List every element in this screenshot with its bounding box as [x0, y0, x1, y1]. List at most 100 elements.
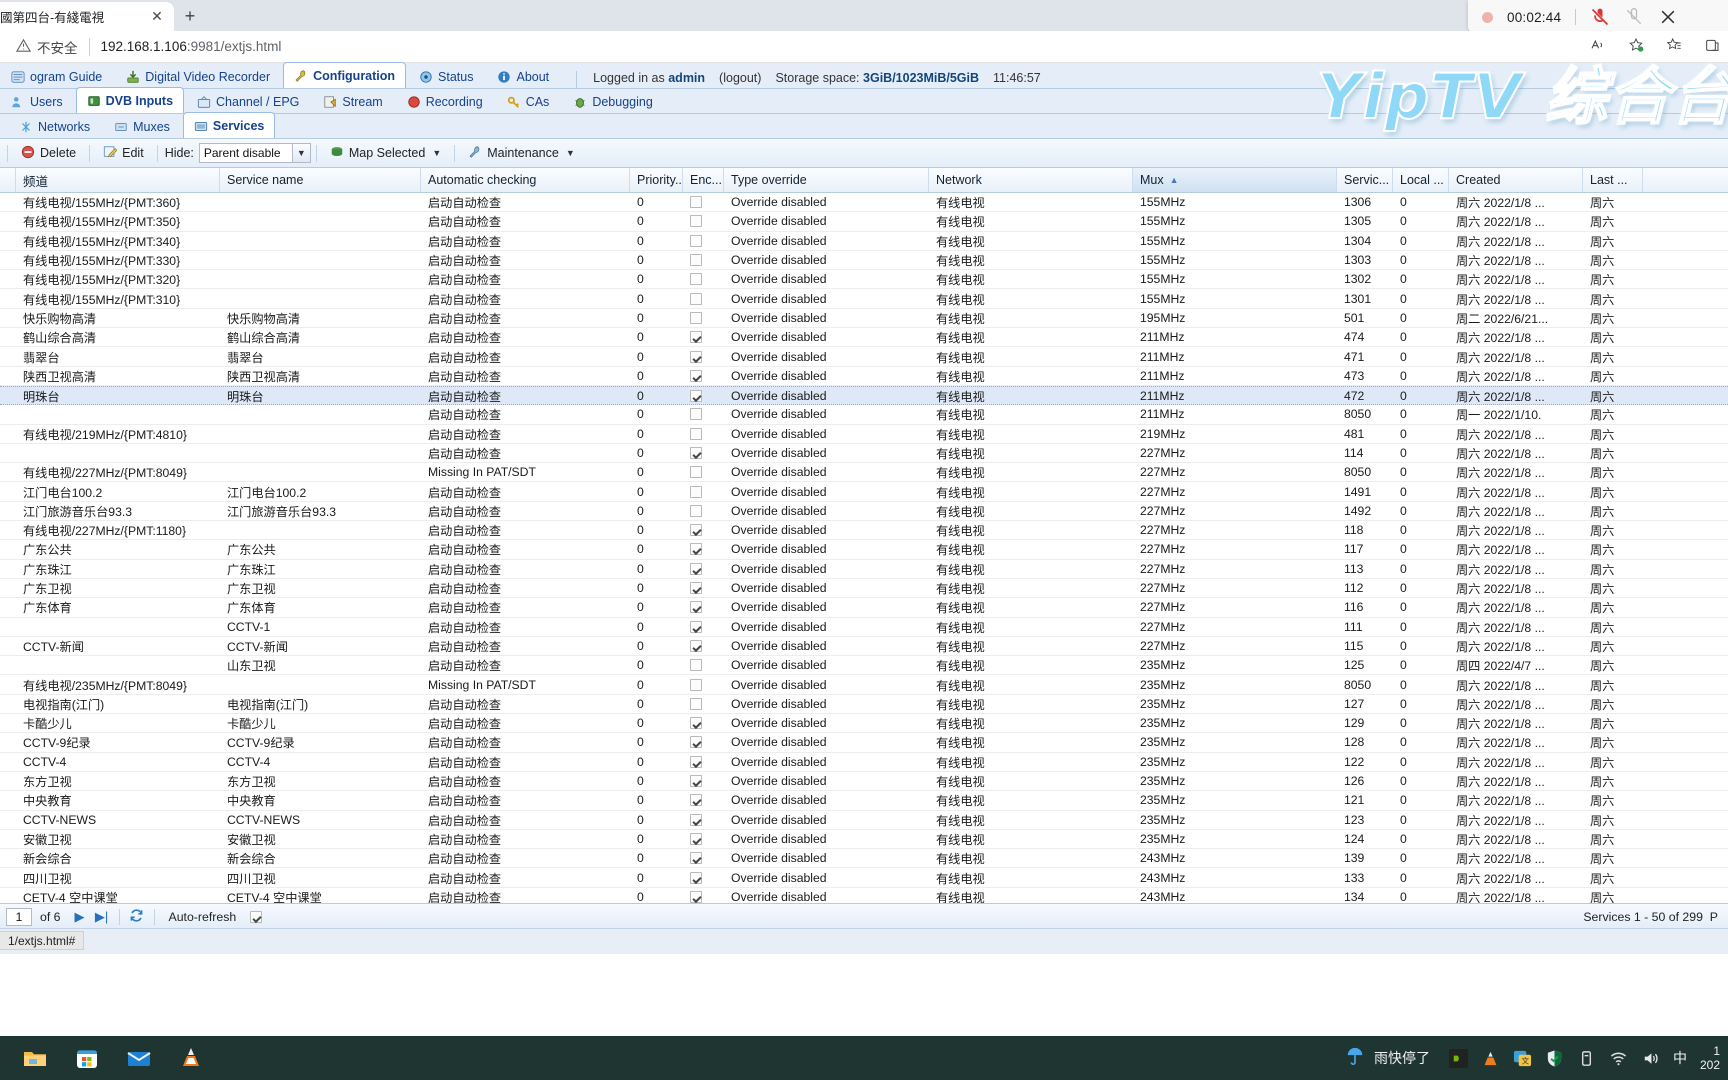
encrypted-checkbox[interactable]	[690, 254, 702, 267]
encrypted-checkbox[interactable]	[690, 408, 702, 421]
encrypted-checkbox[interactable]	[690, 562, 702, 575]
encrypted-checkbox[interactable]	[690, 717, 702, 730]
table-row[interactable]: CCTV-4 CCTV-4 启动自动检查 0 Override disabled 有线电视…	[0, 753, 1728, 772]
encrypted-checkbox[interactable]	[690, 890, 702, 903]
table-row[interactable]: 江门电台100.2 江门电台100.2 启动自动检查 0 Override disabl…	[0, 482, 1728, 502]
collections-icon[interactable]	[1704, 37, 1720, 57]
table-row[interactable]: 有线电视/235MHz/{PMT:8049} Missing In PAT/SDT…	[0, 675, 1728, 695]
tab-muxes[interactable]: Muxes	[103, 114, 181, 138]
browser-address-bar[interactable]: 不安全 192.168.1.106:9981/extjs.html	[0, 31, 1728, 63]
column-header-service_id[interactable]: Servic...	[1337, 168, 1393, 192]
table-row[interactable]: 启动自动检查 0 Override disabled 有线电视 211MHz 8050 0 周…	[0, 405, 1728, 425]
column-header-service_name[interactable]: Service name	[220, 168, 421, 192]
ime-indicator[interactable]: 中	[1673, 1048, 1687, 1068]
sidebar-item-stream[interactable]: Stream	[312, 89, 393, 113]
table-row[interactable]: 有线电视/155MHz/{PMT:330} 启动自动检查 0 Override dis…	[0, 251, 1728, 271]
table-row[interactable]: 翡翠台 翡翠台 启动自动检查 0 Override disabled 有线电视 211MHz…	[0, 347, 1728, 367]
table-row[interactable]: 有线电视/155MHz/{PMT:340} 启动自动检查 0 Override dis…	[0, 232, 1728, 251]
auto-refresh-checkbox[interactable]	[250, 911, 263, 923]
next-page-button[interactable]: ▶	[69, 909, 91, 925]
encrypted-checkbox[interactable]	[690, 794, 702, 807]
browser-tab[interactable]: 國第四台-有綫電視 ✕	[0, 2, 174, 31]
encrypted-checkbox[interactable]	[690, 601, 702, 614]
vlc-tray-icon[interactable]	[1481, 1049, 1500, 1068]
encrypted-checkbox[interactable]	[690, 389, 702, 402]
chevron-down-icon[interactable]: ▼	[291, 144, 310, 162]
column-header-mux[interactable]: Mux ▲	[1133, 168, 1337, 192]
file-explorer-icon[interactable]	[22, 1045, 48, 1071]
sidebar-item-users[interactable]: Users	[0, 89, 74, 113]
table-row[interactable]: 有线电视/155MHz/{PMT:320} 启动自动检查 0 Override dis…	[0, 270, 1728, 290]
encrypted-checkbox[interactable]	[690, 755, 702, 768]
column-header-created[interactable]: Created	[1449, 168, 1583, 192]
encrypted-checkbox[interactable]	[690, 466, 702, 479]
column-header-last[interactable]: Last ...	[1583, 168, 1643, 192]
encrypted-checkbox[interactable]	[690, 427, 702, 440]
new-tab-icon[interactable]: +	[178, 5, 202, 29]
page-number-input[interactable]: 1	[6, 908, 32, 926]
table-row[interactable]: 明珠台 明珠台 启动自动检查 0 Override disabled 有线电视 211MHz…	[0, 385, 1728, 406]
table-row[interactable]: 有线电视/155MHz/{PMT:360} 启动自动检查 0 Override dis…	[0, 193, 1728, 213]
column-header-priority[interactable]: Priority...	[630, 168, 683, 192]
taskbar-clock[interactable]: 1 202	[1700, 1044, 1720, 1072]
table-row[interactable]: 快乐购物高清 快乐购物高清 启动自动检查 0 Override disabled 有线电视…	[0, 309, 1728, 329]
favorites-icon[interactable]	[1666, 37, 1682, 57]
encrypted-checkbox[interactable]	[690, 369, 702, 382]
encrypted-checkbox[interactable]	[690, 582, 702, 595]
sidebar-item-cas[interactable]: CAs	[496, 89, 561, 113]
defender-icon[interactable]	[1545, 1049, 1564, 1068]
sidebar-item-debugging[interactable]: Debugging	[562, 89, 663, 113]
table-row[interactable]: 广东卫视 广东卫视 启动自动检查 0 Override disabled 有线电视 227M…	[0, 579, 1728, 599]
services-grid[interactable]: 有线电视/155MHz/{PMT:360} 启动自动检查 0 Override dis…	[0, 193, 1728, 903]
table-row[interactable]: 新会综合 新会综合 启动自动检查 0 Override disabled 有线电视 243M…	[0, 849, 1728, 869]
table-row[interactable]: CETV-4 空中课堂 CETV-4 空中课堂 启动自动检查 0 Override di…	[0, 888, 1728, 903]
encrypted-checkbox[interactable]	[690, 813, 702, 826]
column-header-channel[interactable]: 频道	[16, 168, 220, 192]
encrypted-checkbox[interactable]	[690, 485, 702, 498]
table-row[interactable]: 电视指南(江门) 电视指南(江门) 启动自动检查 0 Override disabled…	[0, 695, 1728, 715]
table-row[interactable]: 陕西卫视高清 陕西卫视高清 启动自动检查 0 Override disabled 有线电视…	[0, 367, 1728, 386]
table-row[interactable]: 广东珠江 广东珠江 启动自动检查 0 Override disabled 有线电视 227M…	[0, 560, 1728, 579]
table-row[interactable]: 山东卫视 启动自动检查 0 Override disabled 有线电视 235MHz 12…	[0, 656, 1728, 676]
table-row[interactable]: 广东公共 广东公共 启动自动检查 0 Override disabled 有线电视 227M…	[0, 540, 1728, 560]
column-header-local[interactable]: Local ...	[1393, 168, 1449, 192]
table-row[interactable]: 有线电视/155MHz/{PMT:310} 启动自动检查 0 Override dis…	[0, 289, 1728, 309]
weather-widget[interactable]: 雨快停了	[1345, 1046, 1430, 1071]
microsoft-store-icon[interactable]	[74, 1045, 100, 1071]
table-row[interactable]: 有线电视/155MHz/{PMT:350} 启动自动检查 0 Override dis…	[0, 212, 1728, 232]
encrypted-checkbox[interactable]	[690, 331, 702, 344]
vlc-icon[interactable]	[178, 1045, 204, 1071]
tab-about[interactable]: About	[486, 64, 560, 88]
encrypted-checkbox[interactable]	[690, 311, 702, 324]
table-row[interactable]: 有线电视/227MHz/{PMT:1180} 启动自动检查 0 Override di…	[0, 521, 1728, 541]
encrypted-checkbox[interactable]	[690, 697, 702, 710]
encrypted-checkbox[interactable]	[690, 215, 702, 228]
encrypted-checkbox[interactable]	[690, 273, 702, 286]
encrypted-checkbox[interactable]	[690, 524, 702, 537]
table-row[interactable]: 东方卫视 东方卫视 启动自动检查 0 Override disabled 有线电视 235M…	[0, 772, 1728, 792]
column-header-spacer[interactable]	[0, 168, 16, 192]
close-icon[interactable]	[1658, 7, 1678, 27]
table-row[interactable]: 安徽卫视 安徽卫视 启动自动检查 0 Override disabled 有线电视 235M…	[0, 830, 1728, 850]
encrypted-checkbox[interactable]	[690, 736, 702, 749]
table-row[interactable]: 有线电视/227MHz/{PMT:8049} Missing In PAT/SDT…	[0, 463, 1728, 483]
table-row[interactable]: 四川卫视 四川卫视 启动自动检查 0 Override disabled 有线电视 243M…	[0, 868, 1728, 888]
sidebar-item-recording[interactable]: Recording	[396, 89, 494, 113]
delete-button[interactable]: Delete	[13, 142, 84, 165]
edit-button[interactable]: Edit	[95, 142, 152, 165]
encrypted-checkbox[interactable]	[690, 639, 702, 652]
nvidia-icon[interactable]	[1448, 1048, 1468, 1068]
column-header-automatic_checking[interactable]: Automatic checking	[421, 168, 630, 192]
encrypted-checkbox[interactable]	[690, 234, 702, 247]
table-row[interactable]: 江门旅游音乐台93.3 江门旅游音乐台93.3 启动自动检查 0 Override di…	[0, 502, 1728, 522]
table-row[interactable]: 卡酷少儿 卡酷少儿 启动自动检查 0 Override disabled 有线电视 235M…	[0, 714, 1728, 734]
wifi-icon[interactable]	[1609, 1049, 1628, 1068]
address-input[interactable]: 192.168.1.106:9981/extjs.html	[101, 39, 282, 54]
tab-digital-video-recorder[interactable]: Digital Video Recorder	[115, 64, 281, 88]
encrypted-checkbox[interactable]	[690, 620, 702, 633]
column-header-type_override[interactable]: Type override	[724, 168, 929, 192]
table-row[interactable]: 广东体育 广东体育 启动自动检查 0 Override disabled 有线电视 227M…	[0, 598, 1728, 618]
encrypted-checkbox[interactable]	[690, 292, 702, 305]
tab-configuration[interactable]: Configuration	[283, 62, 407, 88]
maintenance-button[interactable]: Maintenance ▼	[460, 142, 583, 165]
